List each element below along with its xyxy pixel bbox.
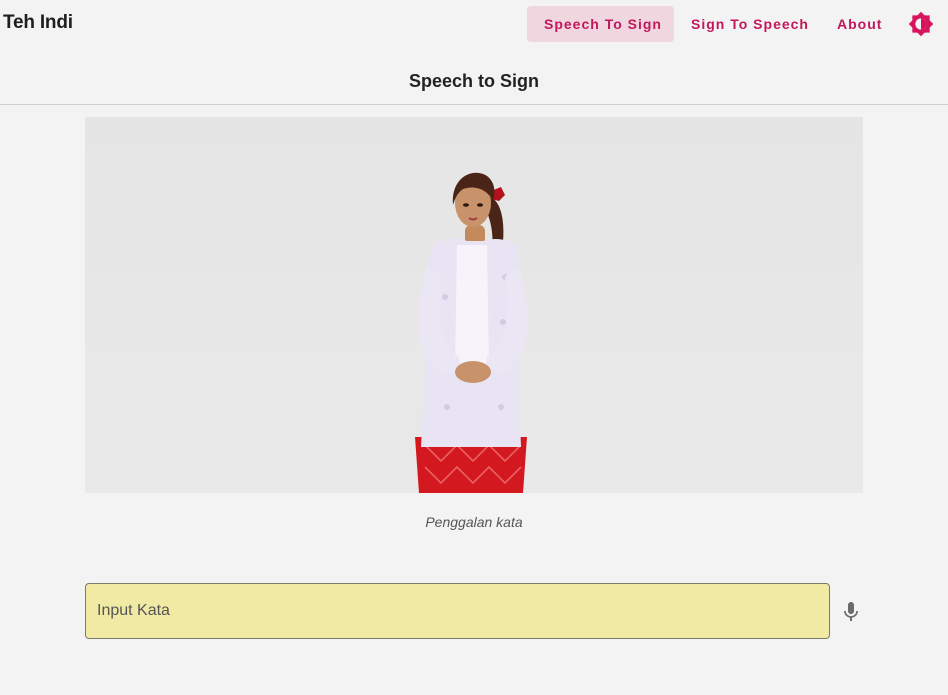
word-segment-caption: Penggalan kata: [425, 514, 523, 530]
theme-toggle-button[interactable]: [908, 11, 934, 37]
app-title: Teh Indi: [3, 12, 73, 33]
avatar-stage: [85, 117, 863, 493]
word-input[interactable]: [86, 584, 829, 638]
word-input-field[interactable]: [85, 583, 830, 639]
brightness-icon: [908, 11, 934, 37]
divider: [0, 104, 948, 105]
signing-avatar: [415, 172, 528, 493]
nav-sign-to-speech-button[interactable]: Sign To Speech: [674, 6, 826, 42]
top-app-bar: Teh Indi Speech To Sign Sign To Speech A…: [0, 0, 948, 48]
microphone-button[interactable]: [839, 600, 863, 624]
nav-about-button[interactable]: About: [820, 6, 899, 42]
microphone-icon: [844, 602, 858, 621]
nav-speech-to-sign-button[interactable]: Speech To Sign: [527, 6, 674, 42]
page-title: Speech to Sign: [408, 71, 540, 91]
